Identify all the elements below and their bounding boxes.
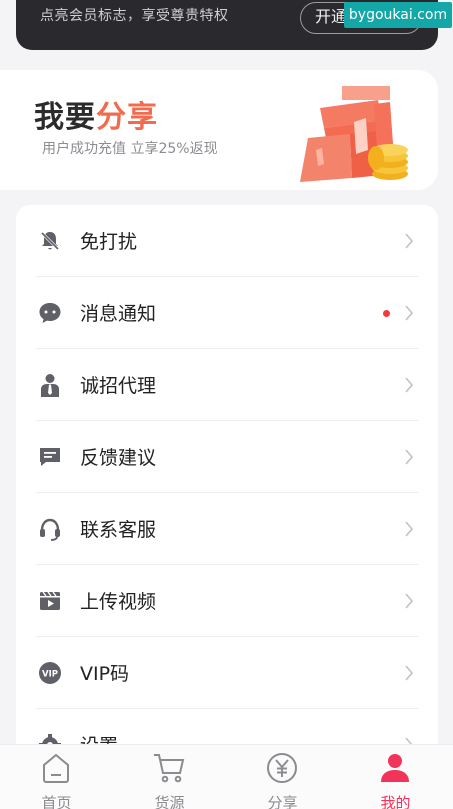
tab-label: 货源 [154, 794, 185, 809]
share-title-part2: 分享 [96, 100, 158, 135]
yen-circle-icon [267, 753, 297, 783]
menu-item-recruit-agent[interactable]: 诚招代理 [16, 349, 438, 421]
share-title-part1: 我要 [34, 100, 96, 135]
tab-label: 我的 [380, 794, 411, 809]
vip-banner-text: 点亮会员标志，享受尊贵特权 [40, 8, 229, 24]
tab-home[interactable]: 首页 [0, 745, 113, 809]
chevron-right-icon [405, 377, 414, 393]
person-tie-icon [41, 374, 59, 397]
headset-icon [40, 518, 60, 541]
video-icon [40, 591, 60, 610]
menu-item-label: 免打扰 [80, 231, 138, 253]
menu-item-label: 上传视频 [80, 591, 157, 613]
chevron-right-icon [405, 593, 414, 609]
menu-item-customer-service[interactable]: 联系客服 [16, 493, 438, 565]
menu-item-label: 诚招代理 [80, 375, 157, 397]
share-title: 我要分享 [34, 92, 158, 136]
menu-item-label: 联系客服 [80, 519, 157, 541]
unread-dot-badge [383, 310, 390, 317]
money-stack-illustration [300, 86, 408, 182]
feedback-icon [40, 448, 60, 466]
tab-supply[interactable]: 货源 [113, 745, 226, 809]
menu-item-upload-video[interactable]: 上传视频 [16, 565, 438, 637]
menu-item-feedback[interactable]: 反馈建议 [16, 421, 438, 493]
tab-share[interactable]: 分享 [226, 745, 339, 809]
vip-badge-text: VIP [42, 670, 58, 680]
chat-bubble-icon [39, 303, 61, 323]
user-icon [381, 754, 409, 782]
chevron-right-icon [405, 665, 414, 681]
share-subtitle: 用户成功充值 立享25%返现 [42, 141, 218, 157]
menu-item-vip-code[interactable]: VIP VIP码 [16, 637, 438, 709]
menu-item-do-not-disturb[interactable]: 免打扰 [16, 205, 438, 277]
menu-item-label: 反馈建议 [80, 447, 157, 469]
settings-menu: 免打扰 消息通知 诚招代理 反馈建议 联系客服 上传视频 VIP VIP码 [16, 205, 438, 765]
share-card[interactable]: 我要分享 用户成功充值 立享25%返现 [0, 70, 438, 190]
watermark-label: bygoukai.com [344, 2, 452, 28]
tab-label: 首页 [41, 794, 72, 809]
menu-item-label: 消息通知 [80, 303, 157, 325]
tab-label: 分享 [267, 794, 298, 809]
tab-mine[interactable]: 我的 [339, 745, 452, 809]
cart-icon [154, 754, 185, 783]
chevron-right-icon [405, 449, 414, 465]
home-icon [43, 753, 69, 783]
menu-item-label: VIP码 [80, 663, 130, 685]
chevron-right-icon [405, 305, 414, 321]
vip-badge-icon: VIP [39, 662, 61, 684]
menu-item-notifications[interactable]: 消息通知 [16, 277, 438, 349]
chevron-right-icon [405, 233, 414, 249]
bottom-tab-bar: 首页 货源 分享 我的 [0, 744, 453, 809]
bell-off-icon [40, 231, 60, 251]
chevron-right-icon [405, 521, 414, 537]
